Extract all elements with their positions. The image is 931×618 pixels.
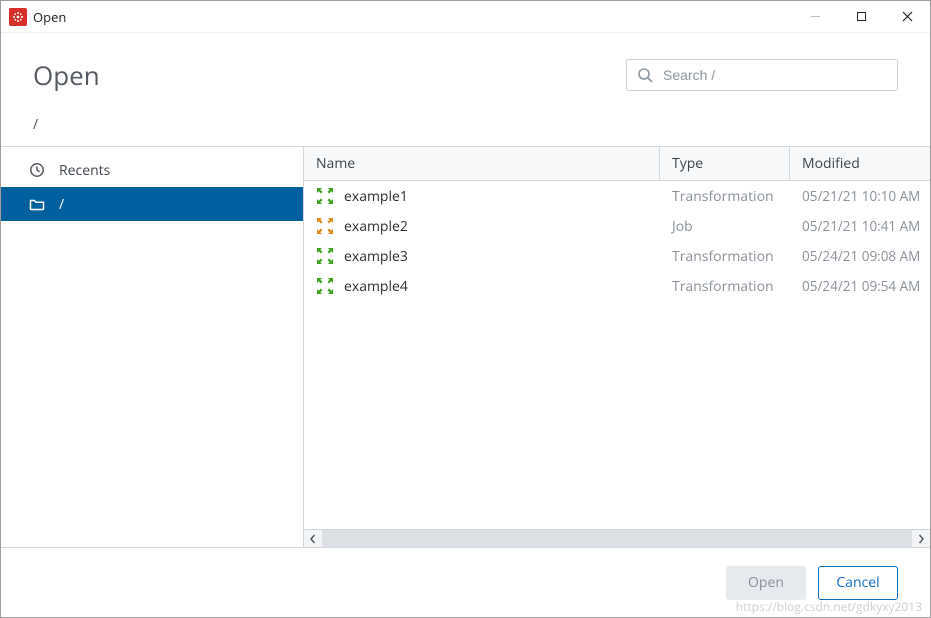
file-type: Transformation: [660, 247, 790, 266]
search-box[interactable]: [626, 59, 898, 91]
watermark: https://blog.csdn.net/gdkyxy2013: [736, 598, 922, 615]
file-type: Transformation: [660, 187, 790, 206]
breadcrumb[interactable]: /: [33, 115, 898, 134]
file-name: example3: [344, 247, 408, 266]
minimize-button[interactable]: [792, 2, 838, 32]
sidebar-item-folder[interactable]: /: [1, 187, 303, 221]
search-icon: [637, 67, 653, 83]
file-name: example1: [344, 187, 408, 206]
file-panel: Name Type Modified example1 Transformatio…: [304, 147, 930, 547]
titlebar: Open: [1, 1, 930, 33]
sidebar-item-label: Recents: [59, 161, 110, 180]
file-modified: 05/24/21 09:08 AM: [790, 247, 930, 265]
file-modified: 05/24/21 09:54 AM: [790, 277, 930, 295]
open-dialog: Open Open / Recents / Name: [0, 0, 931, 618]
file-row[interactable]: example2 Job05/21/21 10:41 AM: [304, 211, 930, 241]
maximize-button[interactable]: [838, 2, 884, 32]
job-icon: [316, 217, 334, 235]
file-row[interactable]: example1 Transformation05/21/21 10:10 AM: [304, 181, 930, 211]
file-row[interactable]: example4 Transformation05/24/21 09:54 AM: [304, 271, 930, 301]
scroll-right-icon[interactable]: [912, 530, 930, 548]
column-name[interactable]: Name: [304, 147, 660, 180]
footer: Open Cancel https://blog.csdn.net/gdkyxy…: [1, 547, 930, 617]
folder-icon: [29, 196, 45, 212]
body: Recents / Name Type Modified example1 Tran…: [1, 147, 930, 547]
file-modified: 05/21/21 10:41 AM: [790, 217, 930, 235]
transformation-icon: [316, 187, 334, 205]
sidebar: Recents /: [1, 147, 304, 547]
app-icon: [9, 8, 27, 26]
horizontal-scrollbar[interactable]: [304, 529, 930, 547]
file-modified: 05/21/21 10:10 AM: [790, 187, 930, 205]
cancel-button[interactable]: Cancel: [818, 566, 898, 600]
file-name: example4: [344, 277, 408, 296]
close-button[interactable]: [884, 2, 930, 32]
sidebar-item-clock[interactable]: Recents: [1, 153, 303, 187]
titlebar-title: Open: [33, 8, 66, 26]
column-modified[interactable]: Modified: [790, 147, 930, 180]
column-headers: Name Type Modified: [304, 147, 930, 181]
column-type[interactable]: Type: [660, 147, 790, 180]
file-list: example1Transformation05/21/21 10:10 AMe…: [304, 181, 930, 529]
file-row[interactable]: example3 Transformation05/24/21 09:08 AM: [304, 241, 930, 271]
scroll-left-icon[interactable]: [304, 530, 322, 548]
transformation-icon: [316, 247, 334, 265]
search-input[interactable]: [661, 66, 887, 84]
open-button[interactable]: Open: [726, 566, 806, 600]
file-name: example2: [344, 217, 408, 236]
file-type: Transformation: [660, 277, 790, 296]
transformation-icon: [316, 277, 334, 295]
file-type: Job: [660, 217, 790, 236]
header: Open /: [1, 33, 930, 147]
clock-icon: [29, 162, 45, 178]
sidebar-item-label: /: [59, 195, 64, 214]
page-title: Open: [33, 57, 100, 93]
